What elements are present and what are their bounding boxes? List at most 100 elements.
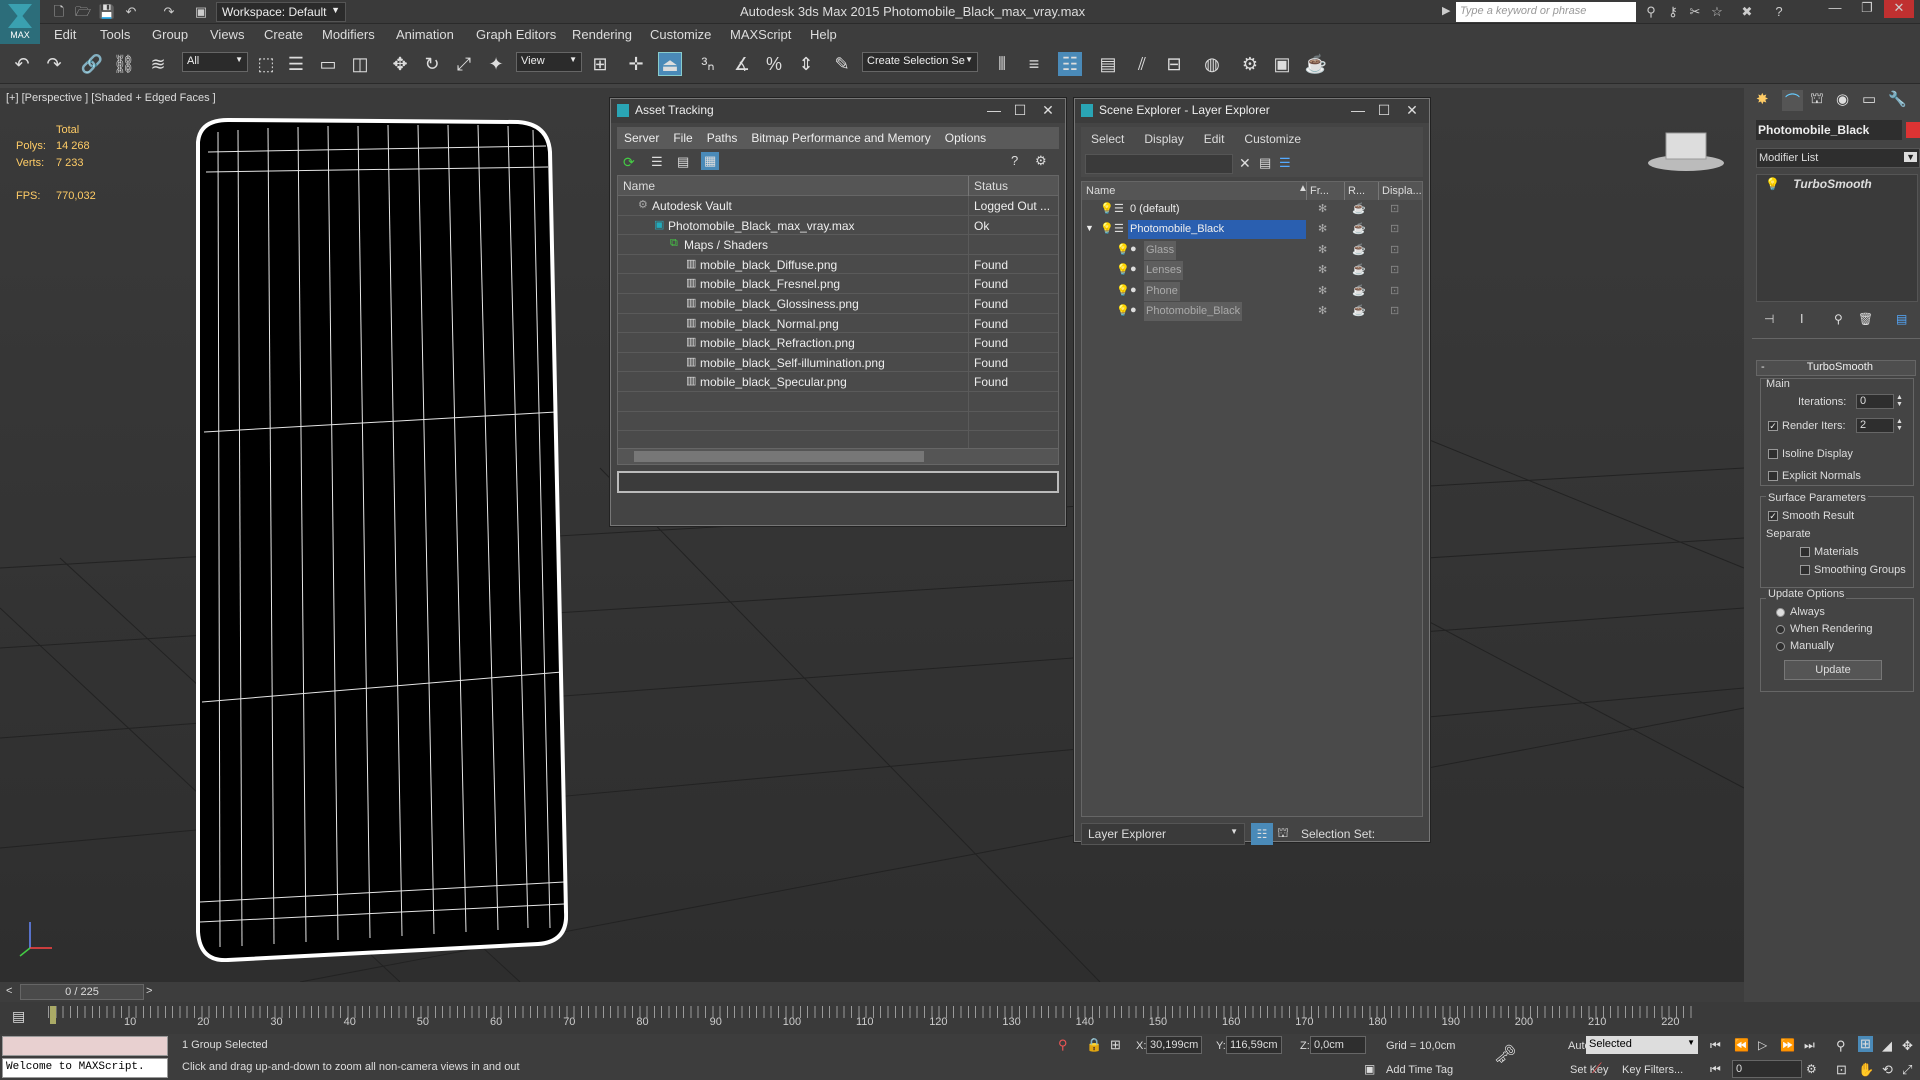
play-icon[interactable]: ▷: [1758, 1038, 1767, 1052]
save-file-icon[interactable]: 💾: [98, 3, 116, 20]
configure-modifier-sets-icon[interactable]: ▤: [1896, 312, 1907, 326]
minimize-icon[interactable]: —: [981, 101, 1007, 119]
scene-row[interactable]: 💡 ● Lenses ✻ ☕ ⊡: [1082, 261, 1422, 281]
zoom-all-icon[interactable]: ⊡: [1836, 1062, 1847, 1078]
exchange-icon[interactable]: ✖: [1738, 3, 1756, 21]
isoline-row[interactable]: Isoline Display: [1768, 448, 1853, 460]
column-display[interactable]: Displa...: [1378, 182, 1425, 200]
scene-row[interactable]: 💡 ☰ 0 (default) ✻ ☕ ⊡: [1082, 200, 1422, 220]
menu-animation[interactable]: Animation: [396, 27, 454, 42]
time-tag-icon[interactable]: ▣: [1364, 1062, 1375, 1076]
scene-row[interactable]: ▼ 💡 ☰ Photomobile_Black ✻ ☕ ⊡: [1082, 220, 1422, 240]
set-key-mode-icon[interactable]: 🗝: [1494, 1044, 1517, 1065]
render-teapot-icon[interactable]: ☕: [1352, 222, 1366, 235]
field-of-view-icon[interactable]: ◢: [1882, 1038, 1892, 1054]
menu-paths[interactable]: Paths: [700, 127, 745, 149]
redo-quick-icon[interactable]: ↷: [160, 3, 178, 20]
edit-named-selection-icon[interactable]: ✎: [830, 52, 854, 76]
layer-tools-icon[interactable]: ☰: [1279, 155, 1291, 171]
menu-create[interactable]: Create: [264, 27, 303, 42]
go-to-start-icon[interactable]: ⏮: [1710, 1038, 1721, 1053]
render-iters-checkbox[interactable]: ✓: [1768, 421, 1778, 432]
when-rendering-radio[interactable]: [1776, 624, 1785, 634]
selection-filter-dropdown[interactable]: All ▼: [182, 52, 248, 72]
lightbulb-icon[interactable]: 💡: [1100, 222, 1114, 235]
menu-modifiers[interactable]: Modifiers: [322, 27, 375, 42]
table-view-icon[interactable]: ▦: [701, 152, 720, 170]
asset-path-field[interactable]: [617, 471, 1059, 493]
display-box-icon[interactable]: ⊡: [1390, 222, 1399, 235]
current-frame-field[interactable]: 0: [1732, 1060, 1802, 1078]
menu-graph-editors[interactable]: Graph Editors: [476, 27, 556, 42]
new-file-icon[interactable]: 🗋: [50, 3, 68, 20]
time-configuration-icon[interactable]: ⚙: [1806, 1062, 1817, 1076]
menu-select[interactable]: Select: [1081, 127, 1134, 151]
remove-modifier-icon[interactable]: 🗑: [1858, 312, 1873, 326]
vault-icon[interactable]: ⚙: [1035, 153, 1047, 169]
materials-checkbox[interactable]: [1800, 547, 1810, 558]
spinner-snap-icon[interactable]: ⇕: [794, 52, 818, 76]
list-view-icon[interactable]: ☰: [651, 154, 663, 170]
named-selection-sets-dropdown[interactable]: Create Selection Se ▼: [862, 52, 978, 72]
menu-customize[interactable]: Customize: [1234, 127, 1311, 151]
pan-view-icon[interactable]: ✥: [1902, 1038, 1913, 1054]
utilities-tab-icon[interactable]: 🔧: [1888, 90, 1907, 108]
search-expand-icon[interactable]: ▶: [1442, 4, 1450, 17]
scene-explorer-titlebar[interactable]: Scene Explorer - Layer Explorer — ☐ ✕: [1075, 99, 1429, 123]
lightbulb-icon[interactable]: 💡: [1116, 304, 1130, 317]
make-unique-icon[interactable]: ⚲: [1834, 312, 1843, 326]
menu-rendering[interactable]: Rendering: [572, 27, 632, 42]
close-window-icon[interactable]: ✕: [1884, 0, 1914, 18]
rectangular-selection-icon[interactable]: ▭: [316, 52, 340, 76]
lightbulb-icon[interactable]: 💡: [1116, 284, 1130, 297]
render-iters-spinner-arrows[interactable]: ▲ ▼: [1896, 418, 1903, 432]
keyboard-shortcut-override-icon[interactable]: ⏏: [658, 52, 682, 76]
object-name-field[interactable]: Photomobile_Black: [1756, 120, 1902, 140]
asset-row[interactable]: ▥ mobile_black_Diffuse.png Found: [618, 254, 1058, 275]
bind-space-warp-icon[interactable]: ≋: [146, 52, 170, 76]
percent-snap-icon[interactable]: %: [762, 52, 786, 76]
freeze-icon[interactable]: ✻: [1318, 304, 1327, 317]
freeze-icon[interactable]: ✻: [1318, 202, 1327, 215]
render-setup-icon[interactable]: ⚙: [1238, 52, 1262, 76]
viewcube[interactable]: [1648, 132, 1724, 171]
favorites-star-icon[interactable]: ☆: [1708, 3, 1726, 21]
material-editor-icon[interactable]: ◍: [1200, 52, 1224, 76]
display-box-icon[interactable]: ⊡: [1390, 284, 1399, 297]
communication-icon[interactable]: ✂: [1686, 3, 1704, 21]
menu-edit[interactable]: Edit: [1194, 127, 1235, 151]
scene-row[interactable]: 💡 ● Phone ✻ ☕ ⊡: [1082, 281, 1422, 302]
pivot-center-icon[interactable]: ⊞: [588, 52, 612, 76]
iterations-spinner-arrows[interactable]: ▲ ▼: [1896, 394, 1903, 408]
ribbon-toggle-icon[interactable]: ▤: [1096, 52, 1120, 76]
lightbulb-icon[interactable]: 💡: [1116, 263, 1130, 276]
viewport-label[interactable]: [+] [Perspective ] [Shaded + Edged Faces…: [6, 92, 216, 104]
maxscript-listener-top[interactable]: [2, 1036, 168, 1056]
snaps-toggle-icon[interactable]: ³ₙ: [696, 52, 720, 76]
display-box-icon[interactable]: ⊡: [1390, 263, 1399, 276]
column-name[interactable]: Name: [1086, 185, 1115, 197]
hierarchy-tab-icon[interactable]: ⛫: [1810, 90, 1824, 109]
object-color-swatch[interactable]: [1906, 122, 1920, 138]
time-slider-thumb[interactable]: 0 / 225: [20, 984, 144, 1000]
freeze-icon[interactable]: ✻: [1318, 284, 1327, 297]
selection-lock-icon[interactable]: 🔒: [1086, 1037, 1102, 1053]
turbosmooth-rollout-header[interactable]: - TurboSmooth: [1756, 360, 1916, 376]
restore-window-icon[interactable]: ❐: [1852, 0, 1882, 18]
key-filters-button[interactable]: Key Filters...: [1622, 1064, 1683, 1076]
pin-stack-icon[interactable]: ⊣: [1764, 312, 1774, 326]
maximize-viewport-icon[interactable]: ⤢: [1902, 1062, 1912, 1078]
select-by-name-icon[interactable]: ☰: [284, 52, 308, 76]
refresh-icon[interactable]: ⟳: [623, 154, 635, 171]
smooth-result-checkbox[interactable]: ✓: [1768, 511, 1778, 522]
asset-row[interactable]: ▥ mobile_black_Fresnel.png Found: [618, 274, 1058, 294]
find-icon[interactable]: ▤: [1259, 155, 1271, 171]
explicit-normals-checkbox[interactable]: [1768, 471, 1778, 482]
scrollbar-thumb[interactable]: [634, 451, 924, 462]
menu-help[interactable]: Help: [810, 27, 837, 42]
stack-item-turbosmooth[interactable]: 💡 TurboSmooth: [1757, 175, 1917, 193]
place-icon[interactable]: ✦: [484, 52, 508, 76]
layer-explorer-toggle-icon[interactable]: ☷: [1058, 52, 1082, 76]
next-frame-icon[interactable]: ⏩: [1780, 1038, 1795, 1052]
close-icon[interactable]: ✕: [1399, 101, 1425, 119]
